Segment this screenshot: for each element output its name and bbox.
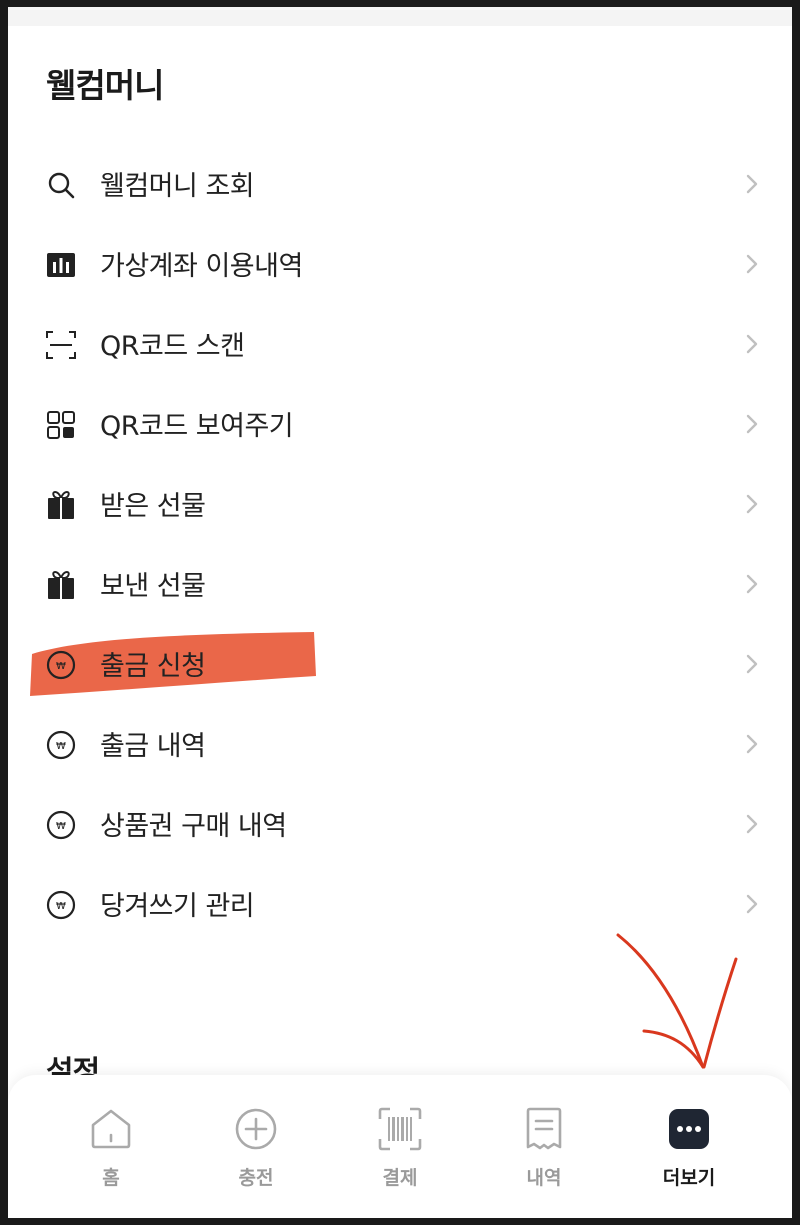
chevron-right-icon <box>746 174 758 194</box>
chevron-right-icon <box>746 894 758 914</box>
menu-item-label: 출금 신청 <box>100 651 206 682</box>
menu-item-received-gift[interactable]: 받은 선물 <box>8 464 792 544</box>
svg-text:₩: ₩ <box>56 661 66 672</box>
svg-text:₩: ₩ <box>56 821 66 832</box>
plus-circle-icon <box>232 1105 280 1153</box>
menu-list: 웰컴머니 조회 가상계좌 이용내역 QR코드 스캔 QR코드 보여주기 받은 선… <box>8 144 792 944</box>
chevron-right-icon <box>746 734 758 754</box>
svg-text:₩: ₩ <box>56 741 66 752</box>
bar-chart-icon <box>46 250 76 280</box>
annotation-arrow-icon <box>616 933 738 1069</box>
nav-label: 홈 <box>102 1167 120 1189</box>
won-coin-icon: ₩ <box>46 650 76 680</box>
nav-label: 결제 <box>382 1167 418 1189</box>
menu-item-label: 상품권 구매 내역 <box>100 811 287 842</box>
chevron-right-icon <box>746 654 758 674</box>
nav-more[interactable]: 더보기 <box>629 1105 749 1195</box>
chevron-right-icon <box>746 414 758 434</box>
barcode-icon <box>376 1105 424 1153</box>
chevron-right-icon <box>746 574 758 594</box>
nav-pay[interactable]: 결제 <box>340 1105 460 1195</box>
menu-item-label: 당겨쓰기 관리 <box>100 891 255 922</box>
gift-icon <box>46 570 76 600</box>
nav-charge[interactable]: 충전 <box>196 1105 316 1195</box>
won-coin-icon: ₩ <box>46 810 76 840</box>
menu-item-welcome-money-inquiry[interactable]: 웰컴머니 조회 <box>8 144 792 224</box>
menu-item-withdrawal-history[interactable]: ₩ 출금 내역 <box>8 704 792 784</box>
menu-item-withdrawal-request[interactable]: ₩ 출금 신청 <box>8 624 792 704</box>
menu-item-label: 가상계좌 이용내역 <box>100 251 303 282</box>
chevron-right-icon <box>746 254 758 274</box>
qr-grid-icon <box>46 410 76 440</box>
menu-item-sent-gift[interactable]: 보낸 선물 <box>8 544 792 624</box>
won-coin-icon: ₩ <box>46 730 76 760</box>
menu-item-qr-show[interactable]: QR코드 보여주기 <box>8 384 792 464</box>
search-icon <box>46 170 76 200</box>
chevron-right-icon <box>746 334 758 354</box>
menu-item-gift-card-history[interactable]: ₩ 상품권 구매 내역 <box>8 784 792 864</box>
menu-item-label: 받은 선물 <box>100 491 206 522</box>
qr-scan-icon <box>46 330 76 360</box>
nav-label: 충전 <box>238 1167 274 1189</box>
nav-home[interactable]: 홈 <box>51 1105 171 1195</box>
won-coin-icon: ₩ <box>46 890 76 920</box>
nav-label: 더보기 <box>662 1167 716 1189</box>
nav-history[interactable]: 내역 <box>484 1105 604 1195</box>
menu-item-label: QR코드 보여주기 <box>100 411 294 442</box>
menu-item-qr-scan[interactable]: QR코드 스캔 <box>8 304 792 384</box>
bottom-nav: 홈 충전 결제 내역 더보기 <box>8 1075 792 1218</box>
chevron-right-icon <box>746 494 758 514</box>
section-title: 웰컴머니 <box>46 66 164 105</box>
status-strip <box>8 7 792 26</box>
gift-icon <box>46 490 76 520</box>
menu-item-label: 웰컴머니 조회 <box>100 171 255 202</box>
nav-label: 내역 <box>526 1167 562 1189</box>
chevron-right-icon <box>746 814 758 834</box>
svg-text:₩: ₩ <box>56 901 66 912</box>
menu-item-label: 출금 내역 <box>100 731 206 762</box>
menu-item-label: QR코드 스캔 <box>100 331 245 362</box>
receipt-icon <box>520 1105 568 1153</box>
menu-item-label: 보낸 선물 <box>100 571 206 602</box>
more-icon <box>665 1105 713 1153</box>
app-screen: 웰컴머니 웰컴머니 조회 가상계좌 이용내역 QR코드 스캔 QR코드 보여주기… <box>8 7 792 1218</box>
home-icon <box>87 1105 135 1153</box>
menu-item-virtual-account-history[interactable]: 가상계좌 이용내역 <box>8 224 792 304</box>
